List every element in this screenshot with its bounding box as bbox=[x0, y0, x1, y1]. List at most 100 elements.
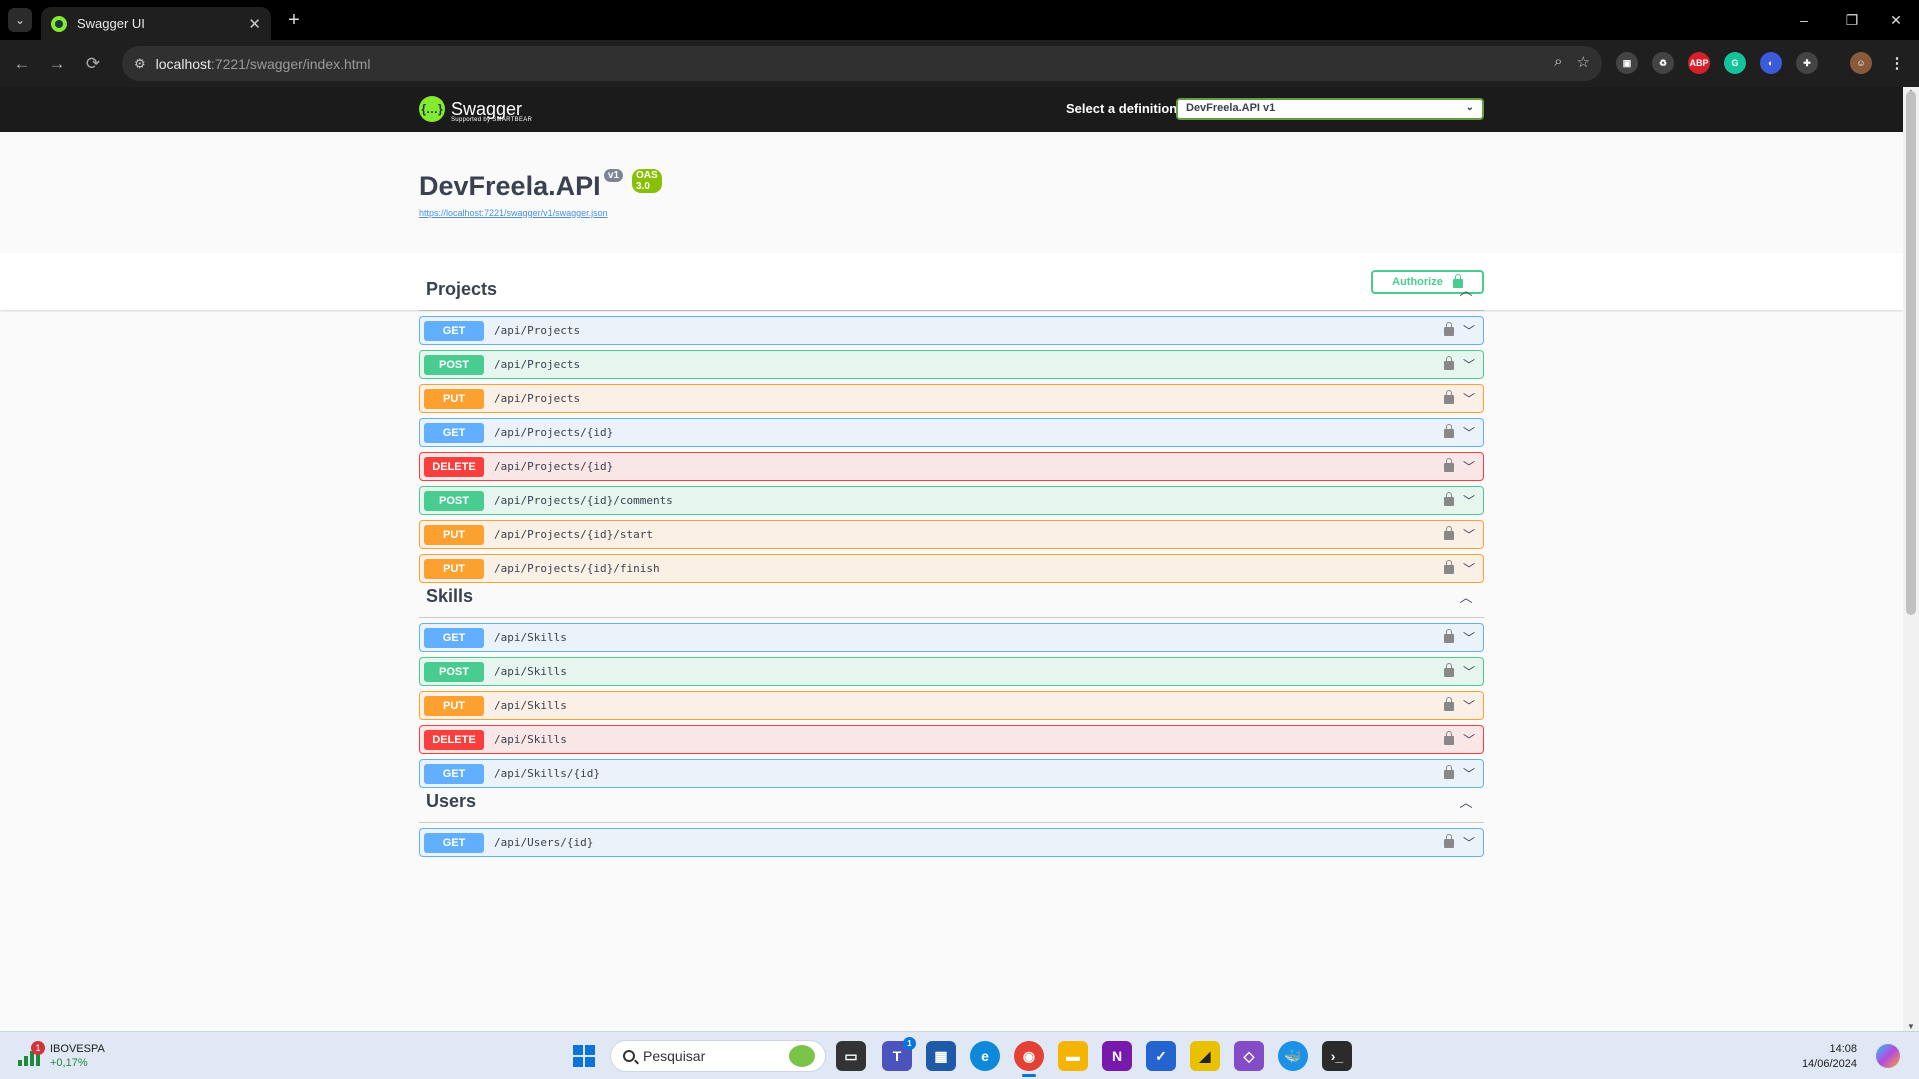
zoom-icon[interactable]: ⌕ bbox=[1554, 53, 1562, 71]
chevron-down-icon[interactable]: ﹀ bbox=[1463, 356, 1475, 373]
visual-studio-icon[interactable]: ◇ bbox=[1234, 1041, 1264, 1071]
chevron-down-icon[interactable]: ﹀ bbox=[1463, 663, 1475, 680]
address-bar[interactable]: ⚙ localhost:7221/swagger/index.html ⌕ ☆ bbox=[122, 46, 1602, 81]
docker-icon[interactable]: 🐳 bbox=[1278, 1041, 1308, 1071]
operation-row[interactable]: GET/api/Skills ﹀ bbox=[419, 623, 1484, 652]
file-explorer-icon[interactable]: ▭ bbox=[836, 1041, 866, 1071]
operation-row[interactable]: DELETE/api/Projects/{id} ﹀ bbox=[419, 452, 1484, 481]
scroll-down-icon[interactable]: ▼ bbox=[1907, 1022, 1915, 1031]
extension-icon[interactable]: ♻ bbox=[1652, 52, 1674, 74]
back-icon[interactable]: ← bbox=[9, 51, 35, 77]
copilot-icon[interactable] bbox=[1876, 1044, 1900, 1068]
operation-row[interactable]: GET/api/Projects/{id} ﹀ bbox=[419, 418, 1484, 447]
chevron-up-icon[interactable]: ︿ bbox=[1452, 280, 1480, 299]
operation-row[interactable]: GET/api/Users/{id} ﹀ bbox=[419, 828, 1484, 857]
operation-row[interactable]: POST/api/Projects/{id}/comments ﹀ bbox=[419, 486, 1484, 515]
tag-header[interactable]: Users ︿ bbox=[419, 781, 1484, 823]
lock-icon[interactable] bbox=[1444, 492, 1454, 506]
spec-url-link[interactable]: https://localhost:7221/swagger/v1/swagge… bbox=[419, 208, 608, 218]
lock-icon[interactable] bbox=[1444, 731, 1454, 745]
teams-icon[interactable]: T1 bbox=[882, 1037, 916, 1071]
sticky-notes-icon[interactable]: ◢ bbox=[1190, 1041, 1220, 1071]
lock-icon[interactable] bbox=[1444, 322, 1454, 336]
restore-button[interactable]: ❐ bbox=[1832, 6, 1872, 34]
menu-dots-icon[interactable]: ⋮ bbox=[1886, 52, 1908, 74]
tab-search-button[interactable]: ⌄ bbox=[8, 8, 32, 32]
swagger-logo[interactable]: {…} Swagger Supported by SMARTBEAR bbox=[419, 96, 532, 123]
new-tab-button[interactable]: + bbox=[282, 8, 306, 32]
search-icon bbox=[623, 1050, 635, 1062]
chevron-down-icon[interactable]: ﹀ bbox=[1463, 629, 1475, 646]
lock-icon[interactable] bbox=[1444, 629, 1454, 643]
clock[interactable]: 14:08 14/06/2024 bbox=[1785, 1042, 1857, 1072]
definition-select[interactable]: DevFreela.API v1 ⌄ bbox=[1176, 98, 1484, 120]
chevron-down-icon[interactable]: ﹀ bbox=[1463, 390, 1475, 407]
lock-icon[interactable] bbox=[1444, 526, 1454, 540]
lock-icon[interactable] bbox=[1444, 697, 1454, 711]
clock-time: 14:08 bbox=[1829, 1043, 1857, 1055]
method-badge: PUT bbox=[424, 695, 484, 716]
lock-icon[interactable] bbox=[1444, 560, 1454, 574]
taskbar-search[interactable]: Pesquisar bbox=[610, 1040, 826, 1072]
operation-path: /api/Projects/{id}/start bbox=[494, 528, 653, 541]
chevron-down-icon[interactable]: ﹀ bbox=[1463, 458, 1475, 475]
bookmark-star-icon[interactable]: ☆ bbox=[1577, 53, 1590, 71]
chevron-down-icon[interactable]: ﹀ bbox=[1463, 526, 1475, 543]
operation-row[interactable]: PUT/api/Projects ﹀ bbox=[419, 384, 1484, 413]
stock-widget[interactable]: 1 IBOVESPA +0,17% bbox=[18, 1041, 105, 1070]
page-scrollbar[interactable]: ▲ ▼ bbox=[1903, 87, 1919, 1031]
operation-row[interactable]: POST/api/Skills ﹀ bbox=[419, 657, 1484, 686]
operation-row[interactable]: GET/api/Projects ﹀ bbox=[419, 316, 1484, 345]
operation-row[interactable]: DELETE/api/Skills ﹀ bbox=[419, 725, 1484, 754]
close-tab-icon[interactable]: ✕ bbox=[248, 15, 261, 33]
puzzle-icon[interactable]: ✚ bbox=[1796, 52, 1818, 74]
start-button[interactable] bbox=[573, 1045, 595, 1067]
chevron-down-icon[interactable]: ﹀ bbox=[1463, 765, 1475, 782]
chevron-down-icon[interactable]: ﹀ bbox=[1463, 322, 1475, 339]
lock-icon[interactable] bbox=[1444, 424, 1454, 438]
chevron-down-icon[interactable]: ﹀ bbox=[1463, 560, 1475, 577]
operation-row[interactable]: PUT/api/Skills ﹀ bbox=[419, 691, 1484, 720]
chevron-down-icon[interactable]: ﹀ bbox=[1463, 697, 1475, 714]
chevron-down-icon[interactable]: ﹀ bbox=[1463, 731, 1475, 748]
lock-icon[interactable] bbox=[1444, 390, 1454, 404]
method-badge: PUT bbox=[424, 388, 484, 409]
swagger-logo-icon: {…} bbox=[419, 96, 445, 122]
terminal-icon[interactable]: ›_ bbox=[1322, 1041, 1352, 1071]
grammarly-icon[interactable]: G bbox=[1724, 52, 1746, 74]
browser-toolbar: ← → ⟳ ⚙ localhost:7221/swagger/index.htm… bbox=[0, 40, 1919, 87]
chevron-up-icon[interactable]: ︿ bbox=[1452, 587, 1480, 606]
chevron-down-icon[interactable]: ﹀ bbox=[1463, 834, 1475, 851]
operation-path: /api/Users/{id} bbox=[494, 836, 594, 849]
close-window-button[interactable]: ✕ bbox=[1876, 6, 1916, 34]
adblock-icon[interactable]: ABP bbox=[1688, 52, 1710, 74]
lock-icon[interactable] bbox=[1444, 765, 1454, 779]
chevron-up-icon[interactable]: ︿ bbox=[1452, 792, 1480, 811]
extension-blue-icon[interactable]: ◐ bbox=[1760, 52, 1782, 74]
chevron-down-icon[interactable]: ﹀ bbox=[1463, 492, 1475, 509]
edge-icon[interactable]: e bbox=[970, 1041, 1000, 1071]
screenshot-icon[interactable]: ▣ bbox=[1616, 52, 1638, 74]
browser-tab-active[interactable]: Swagger UI ✕ bbox=[41, 7, 271, 40]
operation-row[interactable]: PUT/api/Projects/{id}/start ﹀ bbox=[419, 520, 1484, 549]
onenote-icon[interactable]: N bbox=[1102, 1041, 1132, 1071]
minimize-button[interactable]: – bbox=[1784, 6, 1824, 34]
todo-icon[interactable]: ✓ bbox=[1146, 1041, 1176, 1071]
lock-icon[interactable] bbox=[1444, 663, 1454, 677]
chrome-icon[interactable]: ◉ bbox=[1014, 1041, 1044, 1077]
store-icon[interactable]: ▦ bbox=[926, 1041, 956, 1071]
folder-icon[interactable]: ▬ bbox=[1058, 1041, 1088, 1071]
lock-icon[interactable] bbox=[1444, 834, 1454, 848]
chevron-down-icon[interactable]: ﹀ bbox=[1463, 424, 1475, 441]
operation-row[interactable]: POST/api/Projects ﹀ bbox=[419, 350, 1484, 379]
forward-icon[interactable]: → bbox=[44, 51, 70, 77]
scrollbar-thumb[interactable] bbox=[1906, 91, 1916, 615]
lock-icon[interactable] bbox=[1444, 458, 1454, 472]
swagger-brand: Swagger bbox=[451, 99, 523, 119]
tag-header[interactable]: Projects ︿ bbox=[419, 269, 1484, 311]
lock-icon[interactable] bbox=[1444, 356, 1454, 370]
tag-header[interactable]: Skills ︿ bbox=[419, 576, 1484, 618]
reload-icon[interactable]: ⟳ bbox=[80, 51, 106, 77]
profile-avatar[interactable]: ☺ bbox=[1850, 52, 1872, 74]
site-info-icon[interactable]: ⚙ bbox=[134, 56, 146, 72]
